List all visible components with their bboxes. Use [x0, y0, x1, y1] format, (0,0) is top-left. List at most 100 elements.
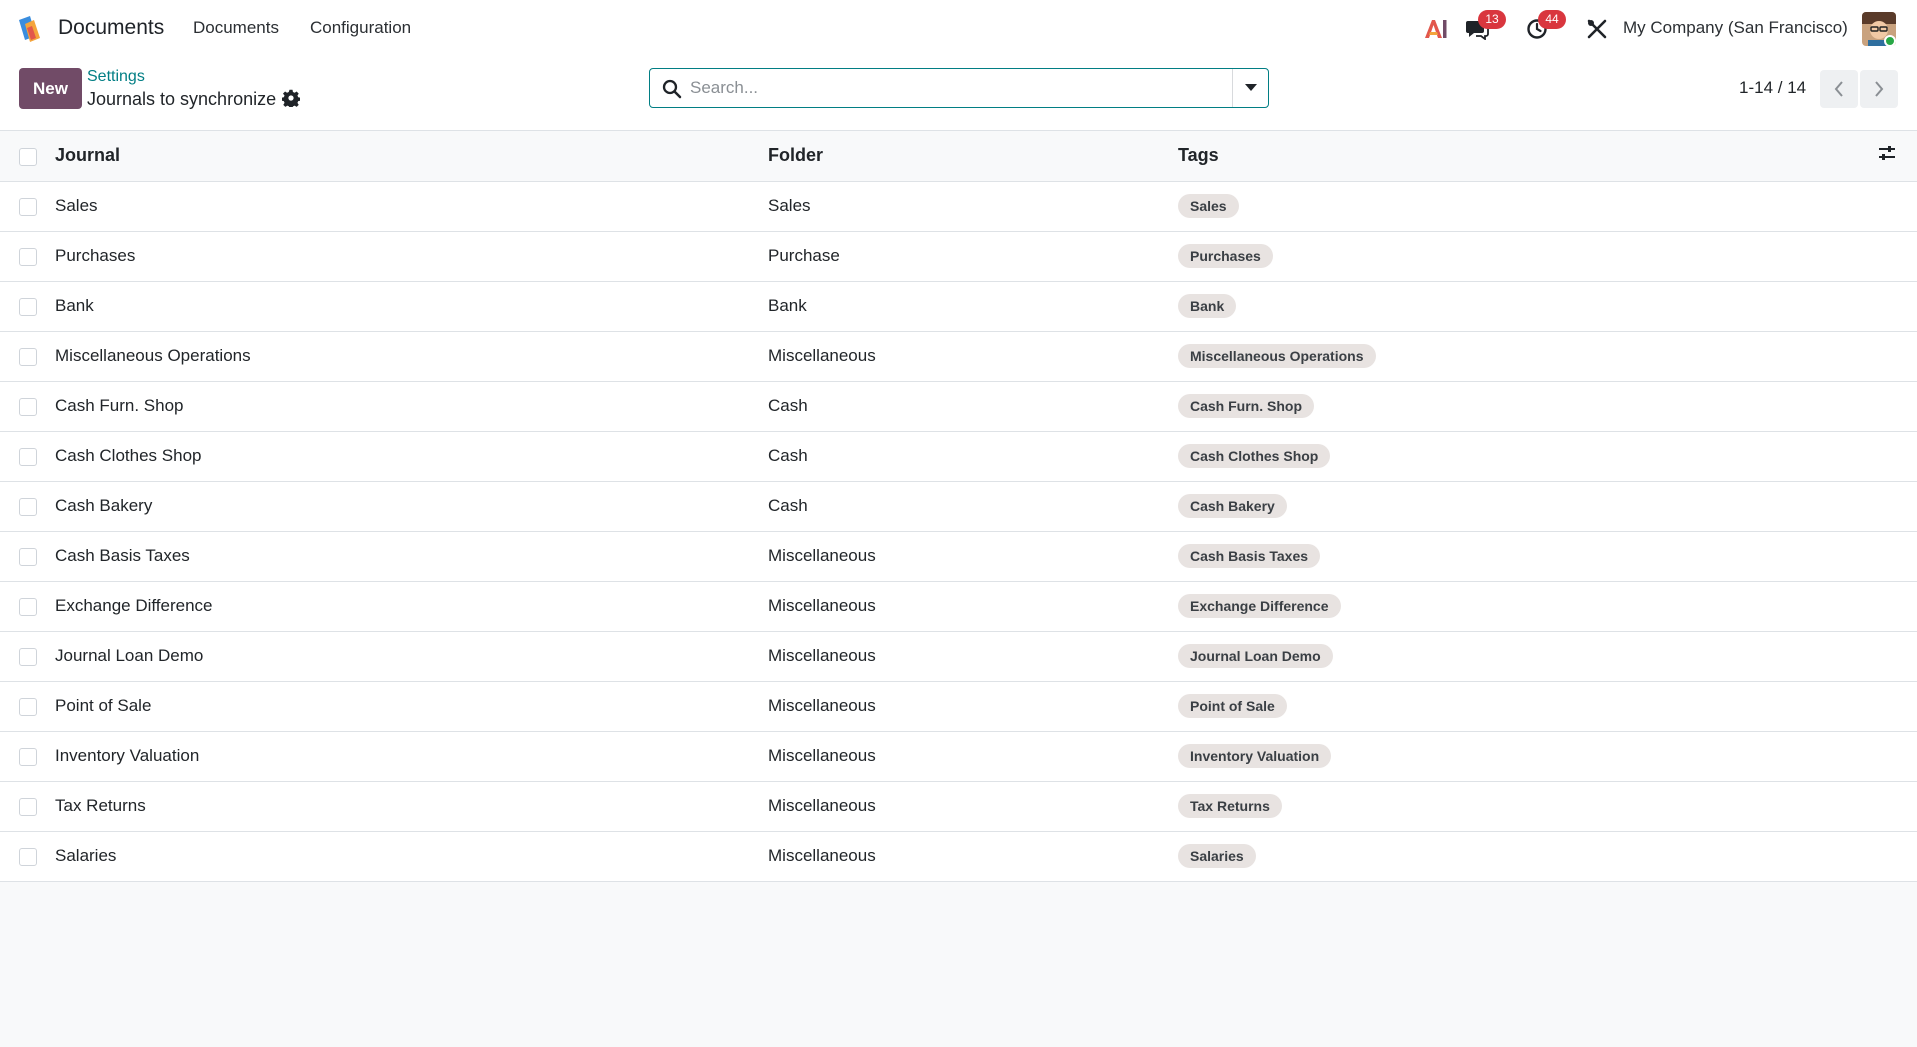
- select-all-checkbox[interactable]: [19, 147, 37, 166]
- journal-cell[interactable]: Bank: [55, 281, 768, 332]
- table-row[interactable]: Cash Furn. Shop Cash Cash Furn. Shop: [0, 381, 1917, 432]
- tags-cell[interactable]: Exchange Difference: [1178, 581, 1878, 632]
- page-title: Journals to synchronize: [87, 89, 277, 109]
- row-checkbox[interactable]: [19, 747, 37, 766]
- journal-cell[interactable]: Journal Loan Demo: [55, 631, 768, 682]
- journal-cell[interactable]: Cash Furn. Shop: [55, 381, 768, 432]
- tags-cell[interactable]: Point of Sale: [1178, 681, 1878, 732]
- messages-icon[interactable]: 13: [1462, 10, 1506, 44]
- breadcrumb-settings-link[interactable]: Settings: [87, 68, 145, 86]
- table-row[interactable]: Salaries Miscellaneous Salaries: [0, 831, 1917, 882]
- table-row[interactable]: Cash Basis Taxes Miscellaneous Cash Basi…: [0, 531, 1917, 582]
- column-header-journal[interactable]: Journal: [55, 131, 768, 182]
- folder-cell[interactable]: Miscellaneous: [768, 581, 1178, 632]
- caret-down-icon: [1244, 84, 1257, 91]
- journal-cell[interactable]: Cash Clothes Shop: [55, 431, 768, 482]
- table-row[interactable]: Point of Sale Miscellaneous Point of Sal…: [0, 681, 1917, 732]
- tag-badge: Cash Basis Taxes: [1178, 544, 1321, 568]
- journal-cell[interactable]: Exchange Difference: [55, 581, 768, 632]
- column-header-tags[interactable]: Tags: [1178, 131, 1878, 182]
- company-switcher[interactable]: My Company (San Francisco): [1623, 18, 1848, 38]
- journal-cell[interactable]: Tax Returns: [55, 781, 768, 832]
- gear-icon[interactable]: [281, 89, 301, 109]
- top-navbar: Documents Documents Configuration 13 44 …: [0, 0, 1917, 58]
- journal-cell[interactable]: Cash Bakery: [55, 481, 768, 532]
- app-name[interactable]: Documents: [58, 16, 164, 40]
- tag-badge: Cash Furn. Shop: [1178, 394, 1314, 418]
- tags-cell[interactable]: Cash Bakery: [1178, 481, 1878, 532]
- journal-cell[interactable]: Salaries: [55, 831, 768, 882]
- journal-cell[interactable]: Inventory Valuation: [55, 731, 768, 782]
- folder-cell[interactable]: Miscellaneous: [768, 681, 1178, 732]
- developer-tools-icon[interactable]: [1582, 14, 1612, 44]
- folder-cell[interactable]: Miscellaneous: [768, 631, 1178, 682]
- row-checkbox[interactable]: [19, 697, 37, 716]
- pager-next-button[interactable]: [1860, 70, 1898, 108]
- row-checkbox[interactable]: [19, 597, 37, 616]
- table-row[interactable]: Cash Bakery Cash Cash Bakery: [0, 481, 1917, 532]
- table-row[interactable]: Journal Loan Demo Miscellaneous Journal …: [0, 631, 1917, 682]
- row-checkbox[interactable]: [19, 347, 37, 366]
- folder-cell[interactable]: Cash: [768, 381, 1178, 432]
- table-row[interactable]: Inventory Valuation Miscellaneous Invent…: [0, 731, 1917, 782]
- row-checkbox[interactable]: [19, 647, 37, 666]
- journal-cell[interactable]: Miscellaneous Operations: [55, 331, 768, 382]
- row-checkbox[interactable]: [19, 247, 37, 266]
- tags-cell[interactable]: Sales: [1178, 181, 1878, 232]
- row-checkbox[interactable]: [19, 447, 37, 466]
- journal-cell[interactable]: Purchases: [55, 231, 768, 282]
- pager-previous-button[interactable]: [1820, 70, 1858, 108]
- tags-cell[interactable]: Miscellaneous Operations: [1178, 331, 1878, 382]
- folder-cell[interactable]: Miscellaneous: [768, 781, 1178, 832]
- table-row[interactable]: Miscellaneous Operations Miscellaneous M…: [0, 331, 1917, 382]
- activities-clock-icon[interactable]: 44: [1522, 10, 1566, 44]
- pager-value[interactable]: 1-14 / 14: [1739, 78, 1806, 98]
- chevron-right-icon: [1875, 81, 1884, 97]
- tag-badge: Cash Bakery: [1178, 494, 1287, 518]
- folder-cell[interactable]: Miscellaneous: [768, 831, 1178, 882]
- table-row[interactable]: Sales Sales Sales: [0, 181, 1917, 232]
- ai-icon[interactable]: [1421, 14, 1451, 44]
- table-row[interactable]: Bank Bank Bank: [0, 281, 1917, 332]
- documents-app-logo-icon[interactable]: [16, 14, 46, 44]
- journal-cell[interactable]: Cash Basis Taxes: [55, 531, 768, 582]
- folder-cell[interactable]: Sales: [768, 181, 1178, 232]
- folder-cell[interactable]: Cash: [768, 431, 1178, 482]
- tags-cell[interactable]: Inventory Valuation: [1178, 731, 1878, 782]
- tags-cell[interactable]: Journal Loan Demo: [1178, 631, 1878, 682]
- row-checkbox[interactable]: [19, 297, 37, 316]
- journal-cell[interactable]: Point of Sale: [55, 681, 768, 732]
- tags-cell[interactable]: Bank: [1178, 281, 1878, 332]
- search-input[interactable]: [690, 69, 1215, 107]
- menu-documents[interactable]: Documents: [193, 18, 279, 38]
- folder-cell[interactable]: Miscellaneous: [768, 731, 1178, 782]
- search-options-toggle[interactable]: [1232, 69, 1268, 107]
- folder-cell[interactable]: Cash: [768, 481, 1178, 532]
- table-row[interactable]: Cash Clothes Shop Cash Cash Clothes Shop: [0, 431, 1917, 482]
- row-checkbox[interactable]: [19, 497, 37, 516]
- row-checkbox[interactable]: [19, 197, 37, 216]
- tags-cell[interactable]: Salaries: [1178, 831, 1878, 882]
- tags-cell[interactable]: Cash Basis Taxes: [1178, 531, 1878, 582]
- folder-cell[interactable]: Miscellaneous: [768, 531, 1178, 582]
- menu-configuration[interactable]: Configuration: [310, 18, 411, 38]
- table-row[interactable]: Tax Returns Miscellaneous Tax Returns: [0, 781, 1917, 832]
- folder-cell[interactable]: Bank: [768, 281, 1178, 332]
- folder-cell[interactable]: Miscellaneous: [768, 331, 1178, 382]
- tag-badge: Miscellaneous Operations: [1178, 344, 1376, 368]
- tags-cell[interactable]: Purchases: [1178, 231, 1878, 282]
- table-row[interactable]: Purchases Purchase Purchases: [0, 231, 1917, 282]
- row-checkbox[interactable]: [19, 397, 37, 416]
- row-checkbox[interactable]: [19, 547, 37, 566]
- new-button[interactable]: New: [19, 68, 82, 109]
- folder-cell[interactable]: Purchase: [768, 231, 1178, 282]
- tags-cell[interactable]: Tax Returns: [1178, 781, 1878, 832]
- row-checkbox[interactable]: [19, 797, 37, 816]
- tags-cell[interactable]: Cash Furn. Shop: [1178, 381, 1878, 432]
- journal-cell[interactable]: Sales: [55, 181, 768, 232]
- row-checkbox[interactable]: [19, 847, 37, 866]
- table-row[interactable]: Exchange Difference Miscellaneous Exchan…: [0, 581, 1917, 632]
- tags-cell[interactable]: Cash Clothes Shop: [1178, 431, 1878, 482]
- column-header-folder[interactable]: Folder: [768, 131, 1178, 182]
- optional-columns-toggle-icon[interactable]: [1878, 145, 1896, 165]
